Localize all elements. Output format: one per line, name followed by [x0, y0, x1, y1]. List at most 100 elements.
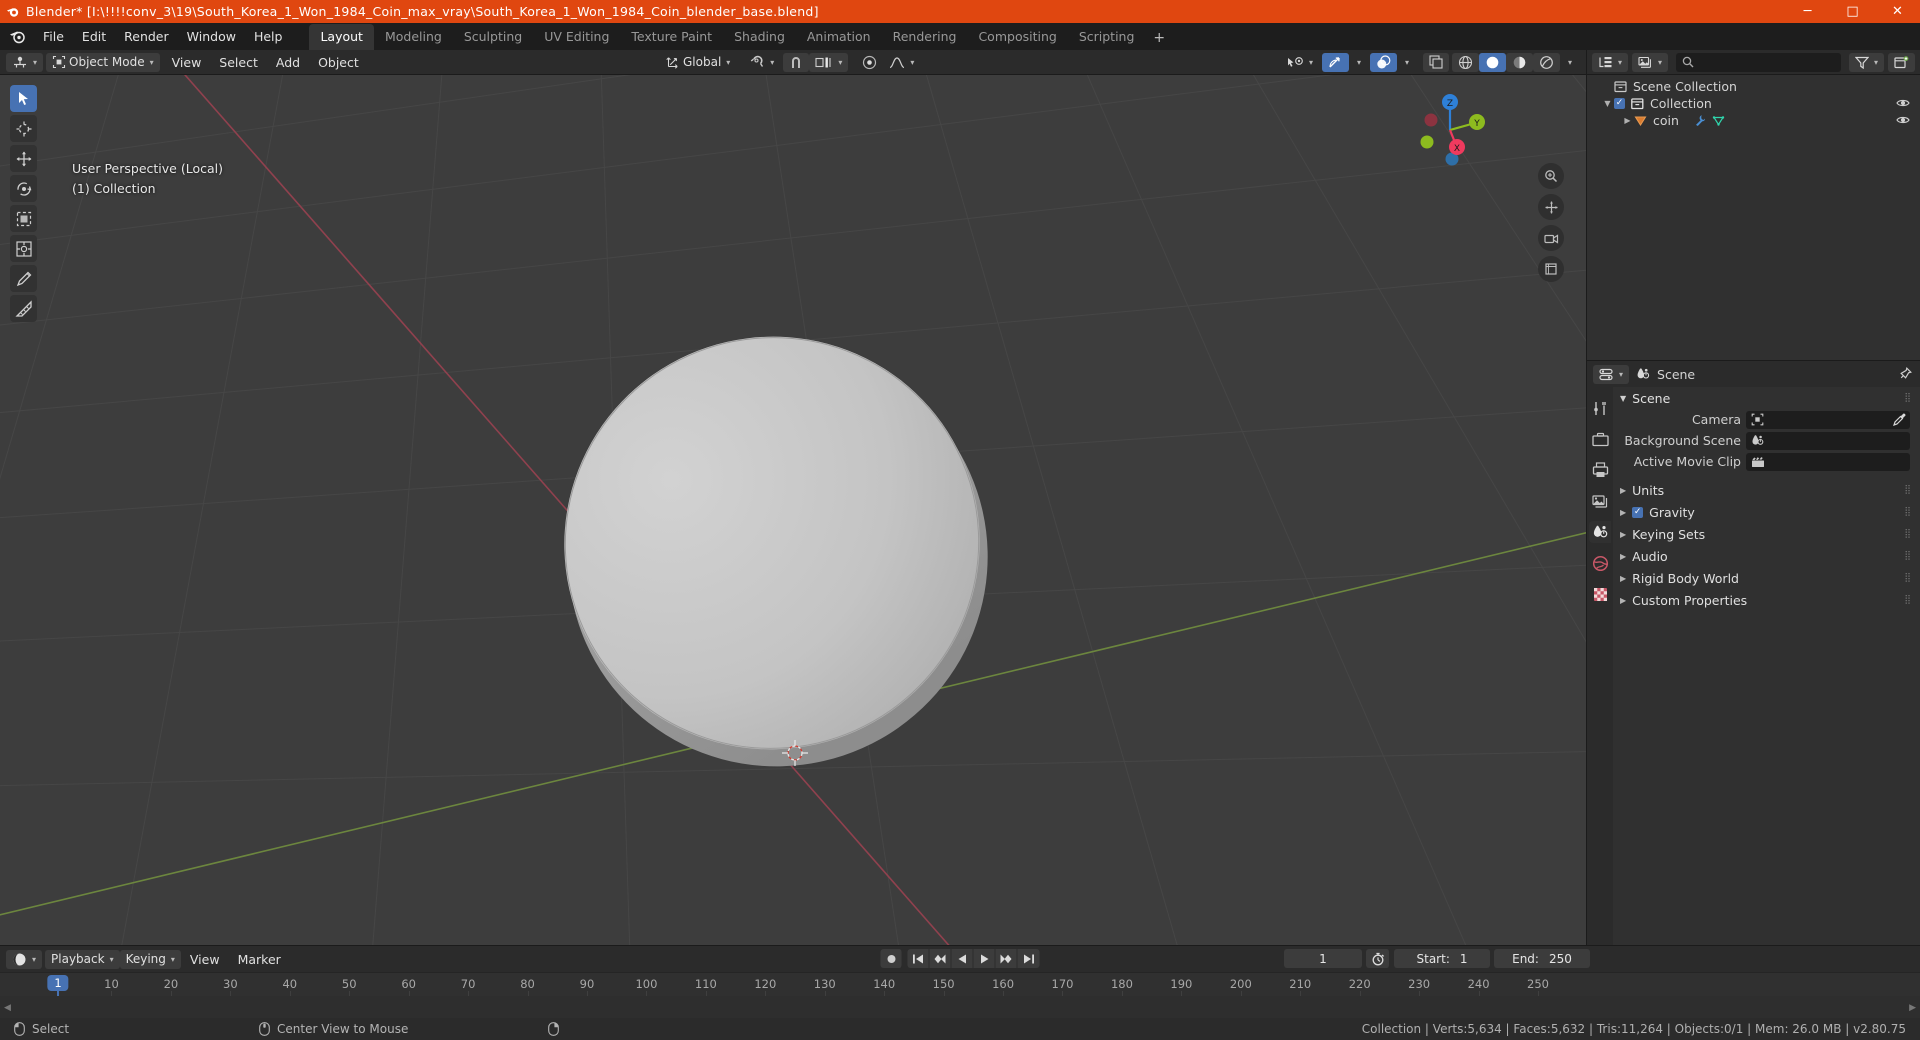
playhead-frame-indicator[interactable]: 1: [47, 975, 69, 991]
viewport-menu-select[interactable]: Select: [210, 53, 267, 72]
camera-view-icon[interactable]: [1538, 225, 1564, 251]
panel-header-scene[interactable]: ▼ Scene ⣿: [1613, 387, 1920, 409]
eye-icon[interactable]: [1896, 113, 1910, 127]
jump-to-end-button[interactable]: [1018, 949, 1040, 968]
play-button[interactable]: [974, 949, 996, 968]
snap-target-button[interactable]: ▾: [744, 53, 780, 72]
current-frame-field[interactable]: 1: [1284, 949, 1362, 968]
tool-move[interactable]: [10, 145, 37, 172]
tab-texture-paint[interactable]: Texture Paint: [620, 24, 723, 50]
tool-transform[interactable]: [10, 235, 37, 262]
end-frame-field[interactable]: End: 250: [1494, 949, 1590, 968]
disclosure-triangle-icon[interactable]: ▼: [1601, 99, 1614, 108]
overlays-dropdown[interactable]: ▾: [1397, 53, 1415, 72]
outliner-search-input[interactable]: [1676, 52, 1841, 72]
properties-tab-view-layer[interactable]: [1589, 490, 1611, 512]
transform-orientation-selector[interactable]: Global ▾: [660, 53, 736, 72]
viewport-menu-add[interactable]: Add: [267, 53, 309, 72]
minimize-button[interactable]: ─: [1785, 0, 1830, 23]
shading-material-preview-button[interactable]: [1505, 52, 1533, 72]
shading-rendered-button[interactable]: [1532, 52, 1560, 72]
timeline-menu-view[interactable]: View: [181, 950, 229, 969]
outliner-display-mode-button[interactable]: ▾: [1632, 52, 1669, 72]
blender-logo-icon[interactable]: [0, 28, 34, 45]
auto-keying-button[interactable]: [1366, 949, 1390, 968]
timeline-keyframe-area[interactable]: ◀ ▶: [0, 996, 1920, 1019]
falloff-type-selector[interactable]: ▾: [883, 53, 920, 72]
gizmos-toggle[interactable]: [1321, 52, 1349, 72]
zoom-icon[interactable]: [1538, 163, 1564, 189]
start-frame-field[interactable]: Start: 1: [1394, 949, 1490, 968]
outliner-filter-button[interactable]: ▾: [1848, 52, 1884, 72]
next-keyframe-button[interactable]: [996, 949, 1018, 968]
tool-rotate[interactable]: [10, 175, 37, 202]
tab-shading[interactable]: Shading: [723, 24, 796, 50]
new-collection-button[interactable]: [1888, 52, 1915, 72]
snap-element-selector[interactable]: ▾: [809, 52, 849, 72]
active-movie-clip-field[interactable]: [1746, 452, 1910, 471]
mode-selector[interactable]: Object Mode ▾: [46, 52, 160, 72]
panel-header-units[interactable]: ▶ Units ⣿: [1613, 479, 1920, 501]
xray-toggle[interactable]: [1422, 52, 1449, 72]
outliner-row-coin[interactable]: ▶ coin: [1587, 112, 1920, 129]
menu-file[interactable]: File: [34, 26, 73, 47]
properties-tab-scene[interactable]: [1589, 521, 1611, 543]
tab-animation[interactable]: Animation: [796, 24, 882, 50]
toggle-ortho-icon[interactable]: [1538, 256, 1564, 282]
menu-window[interactable]: Window: [178, 26, 245, 47]
disclosure-triangle-icon[interactable]: ▶: [1621, 116, 1634, 125]
viewport-menu-view[interactable]: View: [163, 53, 211, 72]
timeline-menu-keying[interactable]: Keying ▾: [119, 949, 181, 969]
eyedropper-icon[interactable]: [1892, 412, 1907, 427]
shading-dropdown[interactable]: ▾: [1560, 53, 1578, 72]
properties-tab-tool[interactable]: [1589, 397, 1611, 419]
play-reverse-button[interactable]: [952, 949, 974, 968]
pin-icon[interactable]: [1898, 367, 1912, 381]
mesh-data-icon[interactable]: [1712, 114, 1725, 127]
record-button[interactable]: [880, 949, 903, 968]
panel-header-keying-sets[interactable]: ▶ Keying Sets ⣿: [1613, 523, 1920, 545]
shading-solid-button[interactable]: [1478, 52, 1506, 72]
background-scene-field[interactable]: [1746, 431, 1910, 450]
properties-editor-type-button[interactable]: ▾: [1593, 364, 1630, 384]
navigation-gizmo[interactable]: Z Y X: [1409, 87, 1491, 169]
modifier-wrench-icon[interactable]: [1693, 114, 1706, 127]
menu-render[interactable]: Render: [115, 26, 178, 47]
outliner-row-scene-collection[interactable]: Scene Collection: [1587, 78, 1920, 95]
overlays-toggle[interactable]: [1369, 52, 1397, 72]
shading-wireframe-button[interactable]: [1451, 52, 1479, 72]
editor-type-button[interactable]: ▾: [6, 52, 44, 72]
scroll-left-icon[interactable]: ◀: [4, 1003, 11, 1013]
tab-layout[interactable]: Layout: [309, 24, 374, 50]
panel-header-custom-properties[interactable]: ▶ Custom Properties ⣿: [1613, 589, 1920, 611]
tab-rendering[interactable]: Rendering: [882, 24, 968, 50]
scroll-right-icon[interactable]: ▶: [1909, 1003, 1916, 1013]
timeline-editor-type-button[interactable]: ▾: [6, 949, 43, 969]
move-view-icon[interactable]: [1538, 194, 1564, 220]
tool-tweak-select-box[interactable]: [10, 85, 37, 112]
tab-compositing[interactable]: Compositing: [967, 24, 1067, 50]
panel-header-rigid-body-world[interactable]: ▶ Rigid Body World ⣿: [1613, 567, 1920, 589]
outliner-row-collection[interactable]: ▼ ✓ Collection: [1587, 95, 1920, 112]
properties-tab-render[interactable]: [1589, 428, 1611, 450]
viewport-menu-object[interactable]: Object: [309, 53, 368, 72]
proportional-editing-toggle[interactable]: [856, 53, 883, 72]
panel-header-audio[interactable]: ▶ Audio ⣿: [1613, 545, 1920, 567]
timeline-ruler[interactable]: 10 20 30 40 50 60 70 80 90 100 110 120 130 140 150 160 1…: [0, 972, 1920, 1040]
maximize-button[interactable]: □: [1830, 0, 1875, 23]
eye-icon[interactable]: [1896, 96, 1910, 110]
tool-cursor[interactable]: [10, 115, 37, 142]
camera-field[interactable]: [1746, 410, 1910, 429]
menu-edit[interactable]: Edit: [73, 26, 115, 47]
collection-checkbox[interactable]: ✓: [1614, 98, 1625, 109]
properties-tab-world[interactable]: [1589, 552, 1611, 574]
object-types-visibility-button[interactable]: ▾: [1281, 53, 1319, 72]
tab-scripting[interactable]: Scripting: [1068, 24, 1146, 50]
jump-to-start-button[interactable]: [908, 949, 930, 968]
snap-magnet-toggle[interactable]: [783, 52, 810, 72]
properties-tab-output[interactable]: [1589, 459, 1611, 481]
tab-uv-editing[interactable]: UV Editing: [533, 24, 620, 50]
timeline-menu-marker[interactable]: Marker: [229, 950, 290, 969]
properties-tab-texture[interactable]: [1589, 583, 1611, 605]
tool-scale[interactable]: [10, 205, 37, 232]
